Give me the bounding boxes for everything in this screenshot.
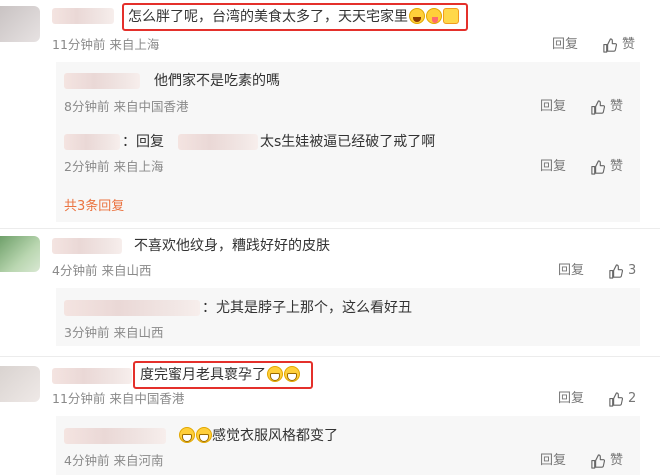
reply-meta: 3分钟前 来自山西 [64,325,163,341]
like-label: 赞 [610,453,624,468]
highlight-box [122,3,468,31]
comment-location: 来自山西 [101,263,152,278]
reply-location: 来自中国香港 [113,99,189,114]
like-button[interactable]: 2 [608,391,636,407]
username-blurred[interactable] [64,73,140,89]
reply-button[interactable]: 回复 [558,263,584,279]
divider [0,228,660,229]
comment-meta: 11分钟前 来自上海 [52,37,159,53]
reply-button[interactable]: 回复 [540,453,566,469]
like-count: 3 [628,263,637,278]
comment-meta: 4分钟前 来自山西 [52,263,151,279]
reply-text: 尤其是脖子上那个，这么看好丑 [216,300,412,316]
comment-meta: 11分钟前 来自中国香港 [52,391,184,407]
grin-emoji-icon [196,427,212,443]
reply-time: 2分钟前 [64,159,110,174]
reply-text: 感觉衣服风格都变了 [178,427,338,445]
reply-location: 来自山西 [113,325,164,340]
like-button[interactable]: 赞 [590,453,623,469]
reply-time: 8分钟前 [64,99,110,114]
avatar[interactable] [0,366,40,402]
reply-location: 来自上海 [113,159,164,174]
comment-time: 11分钟前 [52,37,106,52]
reply-prefix: ： [202,300,216,316]
reply-text: 他們家不是吃素的嗎 [154,73,280,89]
like-button[interactable]: 赞 [602,37,635,53]
like-button[interactable]: 赞 [590,159,623,175]
reply-prefix: ：回复 [122,134,164,150]
like-button[interactable]: 赞 [590,99,623,115]
reply-button[interactable]: 回复 [540,99,566,115]
mention-blurred[interactable] [178,134,258,150]
comment-location: 来自上海 [109,37,160,52]
thumbs-up-icon [603,37,617,53]
reply-button[interactable]: 回复 [558,391,584,407]
thumbs-up-icon [591,99,605,115]
like-label: 赞 [622,37,636,52]
reply-time: 3分钟前 [64,325,110,340]
comment-time: 11分钟前 [52,391,106,406]
reply-location: 来自河南 [113,453,164,468]
divider [0,356,660,357]
username-blurred[interactable] [52,368,132,384]
username-blurred[interactable] [52,8,114,24]
thumbs-up-icon [609,263,623,279]
avatar[interactable] [0,6,40,42]
grin-emoji-icon [179,427,195,443]
reply-text: 太s生娃被逼已经破了戒了啊 [260,134,436,150]
reply-time: 4分钟前 [64,453,110,468]
reply-button[interactable]: 回复 [540,159,566,175]
username-blurred[interactable] [64,428,166,444]
avatar[interactable] [0,236,40,272]
like-button[interactable]: 3 [608,263,636,279]
like-count: 2 [628,391,637,406]
comment-location: 来自中国香港 [109,391,185,406]
username-blurred[interactable] [64,300,200,316]
thumbs-up-icon [609,391,623,407]
reply-meta: 2分钟前 来自上海 [64,159,163,175]
reply-meta: 8分钟前 来自中国香港 [64,99,188,115]
comment-time: 4分钟前 [52,263,98,278]
like-label: 赞 [610,99,624,114]
highlight-box [133,361,313,389]
thumbs-up-icon [591,453,605,469]
reply-button[interactable]: 回复 [552,37,578,53]
reply-meta: 4分钟前 来自河南 [64,453,163,469]
more-replies-link[interactable]: 共3条回复 [64,195,124,214]
comment-text: 不喜欢他纹身，糟践好好的皮肤 [134,238,330,254]
thumbs-up-icon [591,159,605,175]
username-blurred[interactable] [52,238,122,254]
like-label: 赞 [610,159,624,174]
reply-text-body: 感觉衣服风格都变了 [212,428,338,444]
username-blurred[interactable] [64,134,120,150]
